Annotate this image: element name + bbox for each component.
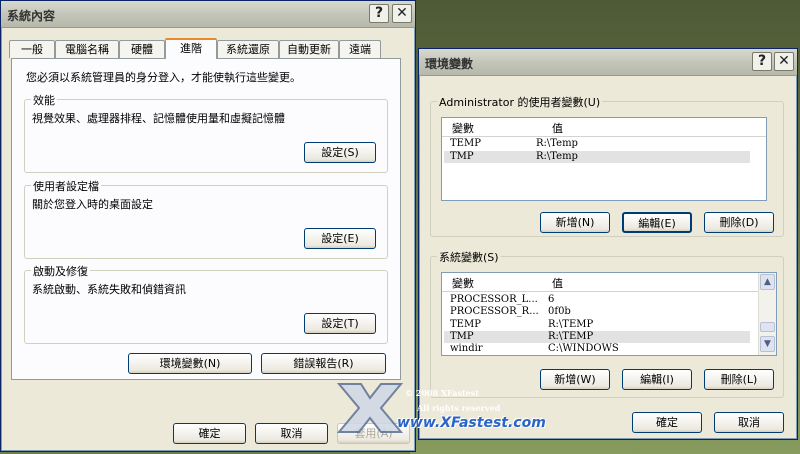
startup-recovery-group: 啟動及修復 系統啟動、系統失敗和偵錯資訊 設定(T) [24,263,388,344]
column-variable[interactable]: 變數 [452,120,474,136]
list-header: 變數 值 [442,118,766,137]
startup-recovery-label: 啟動及修復 [31,263,90,279]
close-button[interactable]: ✕ [392,4,412,23]
list-header: 變數 值 [442,273,759,292]
tab-general[interactable]: 一般 [9,40,55,58]
user-profile-label: 使用者設定檔 [31,178,101,194]
delete-system-variable-button[interactable]: 刪除(L) [704,369,774,390]
admin-note: 您必須以系統管理員的身分登入，才能使執行這些變更。 [26,71,301,84]
system-variables-scrollbar[interactable]: ▲ ▼ [758,273,776,355]
system-variables-list[interactable]: 變數 值 PROCESSOR_L... 6 PROCESSOR_R... 0f0… [441,272,777,356]
tab-auto-update[interactable]: 自動更新 [279,40,339,58]
list-item[interactable]: PROCESSOR_L... 6 [444,294,756,306]
watermark-url: www.XFastest.com [397,415,546,431]
performance-desc: 視覺效果、處理器排程、記憶體使用量和虛擬記憶體 [32,112,285,125]
column-variable[interactable]: 變數 [452,275,474,291]
edit-user-variable-button[interactable]: 編輯(E) [622,212,692,233]
watermark-rights: All rights reserved [417,403,501,413]
scroll-up-arrow-icon[interactable]: ▲ [760,274,775,290]
startup-recovery-desc: 系統啟動、系統失敗和偵錯資訊 [32,283,186,296]
user-profile-settings-button[interactable]: 設定(E) [304,228,376,249]
user-variables-label: Administrator 的使用者變數(U) [437,94,603,110]
xfastest-logo-icon [336,383,404,433]
scroll-down-arrow-icon[interactable]: ▼ [760,336,775,352]
scroll-thumb[interactable] [760,322,775,332]
column-value[interactable]: 值 [552,275,563,291]
watermark: © 2008 XFastest All rights reserved www.… [335,378,546,438]
help-button[interactable]: ? [369,4,389,23]
list-item[interactable]: windir C:\WINDOWS [444,343,756,355]
tab-computer-name[interactable]: 電腦名稱 [55,40,119,58]
list-item[interactable]: TEMP R:\Temp [444,138,762,150]
environment-variables-button[interactable]: 環境變數(N) [128,353,252,374]
system-variables-label: 系統變數(S) [437,249,501,265]
cancel-button[interactable]: 取消 [255,423,328,444]
list-item[interactable]: PROCESSOR_R... 0f0b [444,306,756,318]
performance-label: 效能 [31,92,57,108]
window-title: 系統內容 [7,9,56,23]
column-value[interactable]: 值 [552,120,563,136]
performance-settings-button[interactable]: 設定(S) [304,142,376,163]
tab-hardware[interactable]: 硬體 [119,40,165,58]
help-button[interactable]: ? [752,52,772,71]
new-system-variable-button[interactable]: 新增(W) [540,369,610,390]
new-user-variable-button[interactable]: 新增(N) [540,212,610,233]
list-item-selected[interactable]: TMP R:\TEMP [444,331,750,343]
performance-group: 效能 視覺效果、處理器排程、記憶體使用量和虛擬記憶體 設定(S) [24,92,388,173]
system-variables-group: 系統變數(S) 變數 值 PROCESSOR_L... 6 PROCESSOR_… [430,249,784,398]
environment-variables-titlebar[interactable]: 環境變數 ? ✕ [419,49,797,76]
user-profile-group: 使用者設定檔 關於您登入時的桌面設定 設定(E) [24,178,388,259]
list-item-selected[interactable]: TMP R:\Temp [444,151,750,163]
window-title: 環境變數 [425,57,474,71]
user-variables-group: Administrator 的使用者變數(U) 變數 值 TEMP R:\Tem… [430,94,784,237]
cancel-button[interactable]: 取消 [714,412,784,433]
close-button[interactable]: ✕ [774,52,794,71]
delete-user-variable-button[interactable]: 刪除(D) [704,212,774,233]
tab-system-restore[interactable]: 系統還原 [217,40,279,58]
user-variables-list[interactable]: 變數 值 TEMP R:\Temp TMP R:\Temp [441,117,767,201]
ok-button[interactable]: 確定 [173,423,246,444]
tab-remote[interactable]: 遠端 [339,40,381,58]
error-reporting-button[interactable]: 錯誤報告(R) [261,353,386,374]
startup-recovery-settings-button[interactable]: 設定(T) [304,313,376,334]
edit-system-variable-button[interactable]: 編輯(I) [622,369,692,390]
user-profile-desc: 關於您登入時的桌面設定 [32,198,153,211]
watermark-copyright: © 2008 XFastest [405,388,479,398]
system-properties-titlebar[interactable]: 系統內容 ? ✕ [1,1,415,28]
ok-button[interactable]: 確定 [632,412,702,433]
list-item[interactable]: TEMP R:\TEMP [444,319,756,331]
advanced-panel: 您必須以系統管理員的身分登入，才能使執行這些變更。 效能 視覺效果、處理器排程、… [11,58,401,380]
tab-advanced[interactable]: 進階 [165,38,217,59]
